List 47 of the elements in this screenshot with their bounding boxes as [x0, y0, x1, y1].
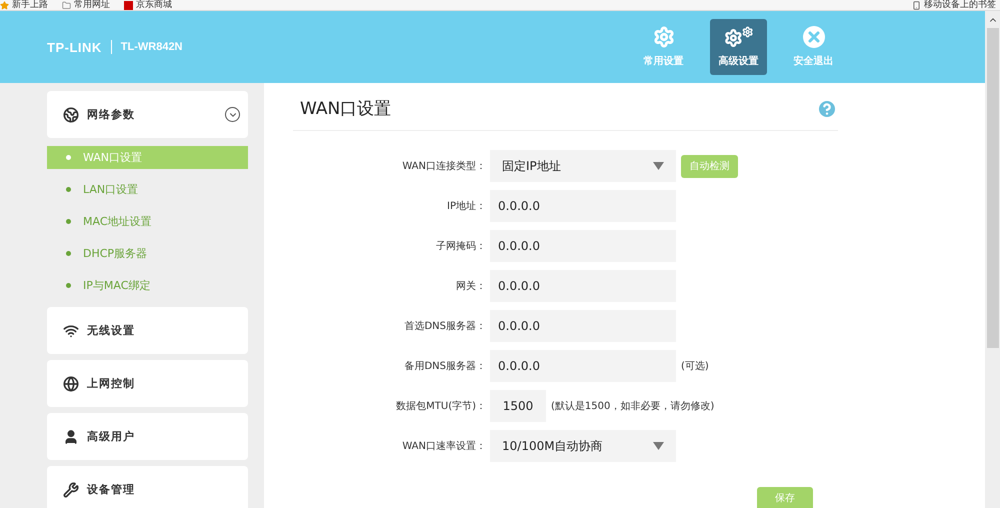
star-icon — [0, 0, 9, 10]
input-field[interactable]: 0.0.0.0 — [490, 310, 676, 342]
sidebar-menu-item[interactable]: 无线设置 — [47, 307, 248, 354]
field-label: 备用DNS服务器： — [403, 360, 487, 373]
field-note: (可选) — [681, 360, 709, 373]
settings-icon — [652, 26, 674, 48]
user-icon — [63, 428, 79, 444]
sidebar-menu-item[interactable]: 高级用户 — [47, 413, 248, 460]
wrench-icon — [63, 482, 79, 498]
brand-logo: TP-LINK — [47, 40, 102, 54]
close-icon — [802, 26, 824, 48]
nav-button[interactable]: 高级设置 — [710, 19, 767, 75]
dropdown-arrow-icon — [653, 442, 664, 450]
gears-icon — [724, 26, 754, 48]
model-name: TL-WR842N — [120, 41, 183, 53]
page-title: WAN口设置 — [300, 98, 392, 120]
input-field[interactable]: 0.0.0.0 — [490, 350, 676, 382]
sidebar-menu-item[interactable]: 网络参数 — [47, 91, 248, 138]
field-label: 数据包MTU(字节)： — [395, 400, 487, 413]
menu-label: 网络参数 — [87, 107, 135, 122]
phone-icon — [912, 0, 921, 10]
dropdown[interactable]: 固定IP地址 — [490, 150, 676, 182]
sidebar-menu-item[interactable]: 设备管理 — [47, 466, 248, 508]
field-label: 子网掩码： — [435, 240, 487, 253]
globe-icon — [63, 106, 79, 122]
field-label: 首选DNS服务器： — [403, 320, 487, 333]
input-field[interactable]: 1500 — [490, 390, 546, 422]
input-field[interactable]: 0.0.0.0 — [490, 190, 676, 222]
input-field[interactable]: 0.0.0.0 — [490, 270, 676, 302]
field-label: IP地址： — [446, 200, 487, 213]
wifi-icon — [63, 322, 79, 338]
menu-label: 高级用户 — [87, 429, 135, 444]
input-field[interactable]: 0.0.0.0 — [490, 230, 676, 262]
field-label: WAN口速率设置： — [401, 440, 487, 453]
dropdown[interactable]: 10/100M自动协商 — [490, 430, 676, 462]
field-label: WAN口连接类型： — [401, 160, 487, 173]
globe-icon — [63, 376, 79, 392]
menu-label: 无线设置 — [87, 323, 135, 338]
menu-label: 设备管理 — [87, 482, 135, 497]
sidebar-menu-item[interactable]: 上网控制 — [47, 360, 248, 407]
field-note: (默认是1500，如非必要，请勿修改) — [551, 400, 714, 413]
folder-icon — [62, 0, 71, 10]
menu-label: 上网控制 — [87, 376, 135, 391]
field-label: 网关： — [455, 280, 487, 293]
scrollbar[interactable] — [985, 11, 1000, 508]
site-icon — [124, 0, 133, 10]
dropdown-arrow-icon — [653, 162, 664, 170]
